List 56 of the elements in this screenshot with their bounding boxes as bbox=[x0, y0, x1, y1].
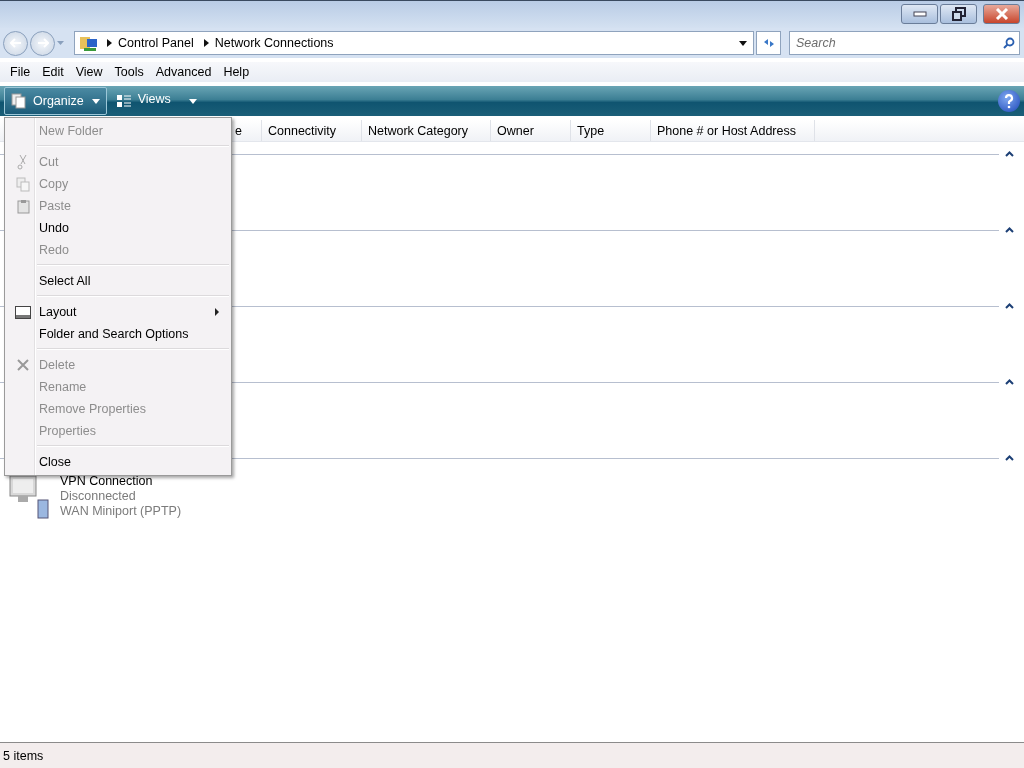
views-button[interactable]: Views bbox=[108, 87, 204, 115]
collapse-icon[interactable] bbox=[1005, 151, 1014, 157]
submenu-arrow-icon bbox=[215, 308, 219, 316]
connection-name[interactable]: VPN Connection bbox=[60, 474, 182, 489]
connection-device: WAN Miniport (PPTP) bbox=[60, 504, 182, 519]
organize-button[interactable]: Organize bbox=[4, 87, 107, 115]
restore-button[interactable] bbox=[940, 4, 977, 24]
scissors-icon bbox=[17, 154, 29, 170]
dropdown-icon bbox=[91, 98, 100, 104]
help-icon[interactable] bbox=[998, 90, 1020, 112]
menu-item[interactable]: Advanced bbox=[149, 65, 218, 79]
search-field[interactable]: Search bbox=[789, 31, 1020, 55]
back-arrow-icon bbox=[9, 38, 22, 48]
menu-option[interactable]: Undo bbox=[7, 217, 229, 239]
minimize-icon bbox=[912, 11, 927, 17]
close-icon bbox=[994, 8, 1009, 20]
breadcrumb[interactable]: Network Connections bbox=[214, 36, 334, 50]
connection-status: Disconnected bbox=[60, 489, 137, 504]
column-header[interactable]: Network Category bbox=[362, 120, 491, 141]
status-text: 5 items bbox=[3, 748, 44, 763]
list-view-icon bbox=[115, 94, 132, 108]
column-header[interactable]: Connectivity bbox=[262, 120, 362, 141]
pages-icon bbox=[11, 93, 27, 109]
menu-option[interactable]: Select All bbox=[7, 270, 229, 292]
close-button[interactable] bbox=[983, 4, 1020, 24]
menu-item[interactable]: View bbox=[69, 65, 109, 79]
collapse-icon[interactable] bbox=[1005, 227, 1014, 233]
dropdown-icon[interactable] bbox=[739, 40, 747, 46]
menu-item[interactable]: File bbox=[4, 65, 37, 79]
chevron-icon bbox=[203, 39, 209, 47]
minimize-button[interactable] bbox=[901, 4, 938, 24]
menu-option[interactable]: Folder and Search Options bbox=[7, 323, 229, 345]
restore-icon bbox=[951, 7, 966, 21]
chevron-icon bbox=[107, 39, 112, 47]
menu-item[interactable]: Tools bbox=[108, 65, 150, 79]
dropdown-icon bbox=[188, 98, 197, 104]
clipboard-icon bbox=[16, 198, 30, 214]
breadcrumb[interactable]: Control Panel bbox=[118, 36, 194, 50]
collapse-icon[interactable] bbox=[1005, 303, 1014, 309]
address-bar[interactable]: Control Panel Network Connections bbox=[74, 31, 754, 55]
column-header[interactable]: Owner bbox=[491, 120, 571, 141]
layout-icon bbox=[15, 305, 31, 319]
column-header[interactable]: Phone # or Host Address bbox=[651, 120, 815, 141]
forward-arrow-icon bbox=[36, 38, 49, 48]
network-folder-icon bbox=[79, 34, 99, 52]
collapse-icon[interactable] bbox=[1005, 379, 1014, 385]
refresh-button[interactable] bbox=[756, 31, 781, 55]
delete-icon bbox=[16, 358, 30, 372]
copy-icon bbox=[16, 176, 30, 192]
menu-item[interactable]: Help bbox=[217, 65, 256, 79]
search-icon[interactable] bbox=[1003, 37, 1015, 49]
collapse-icon[interactable] bbox=[1005, 455, 1014, 461]
menu-option[interactable]: Layout bbox=[7, 301, 229, 323]
column-header[interactable]: Type bbox=[571, 120, 651, 141]
menu-item[interactable]: Edit bbox=[36, 65, 70, 79]
menu-option[interactable]: Close bbox=[7, 451, 229, 473]
